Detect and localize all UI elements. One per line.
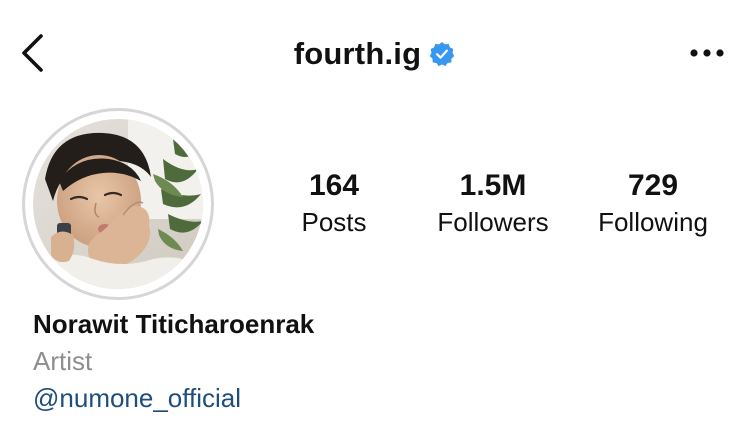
profile-stats: 164 Posts 1.5M Followers 729 Following	[270, 168, 730, 248]
profile-mention-link[interactable]: @numone_official	[33, 380, 314, 416]
profile-photo	[33, 119, 203, 289]
profile-bio: Norawit Titicharoenrak Artist @numone_of…	[33, 306, 314, 416]
profile-header: fourth.ig	[0, 0, 749, 104]
stat-posts-label: Posts	[301, 207, 367, 237]
profile-avatar[interactable]	[22, 108, 214, 300]
profile-category: Artist	[33, 346, 93, 376]
verified-badge-icon	[430, 41, 455, 67]
back-button[interactable]	[14, 30, 50, 76]
stat-posts-value: 164	[308, 169, 360, 202]
profile-username: fourth.ig	[293, 36, 422, 71]
chevron-left-icon	[22, 34, 43, 72]
profile-photo-image	[33, 119, 203, 289]
profile-full-name: Norawit Titicharoenrak	[33, 309, 315, 339]
stat-followers[interactable]: 1.5M Followers	[418, 168, 568, 240]
more-options-button[interactable]	[685, 38, 729, 68]
stat-following-value: 729	[627, 169, 679, 202]
stat-following-label: Following	[598, 207, 708, 237]
stat-posts[interactable]: 164 Posts	[259, 168, 409, 240]
stat-followers-value: 1.5M	[459, 169, 527, 202]
stat-following[interactable]: 729 Following	[578, 168, 728, 240]
stat-followers-label: Followers	[437, 207, 549, 237]
more-horizontal-icon	[690, 49, 724, 57]
